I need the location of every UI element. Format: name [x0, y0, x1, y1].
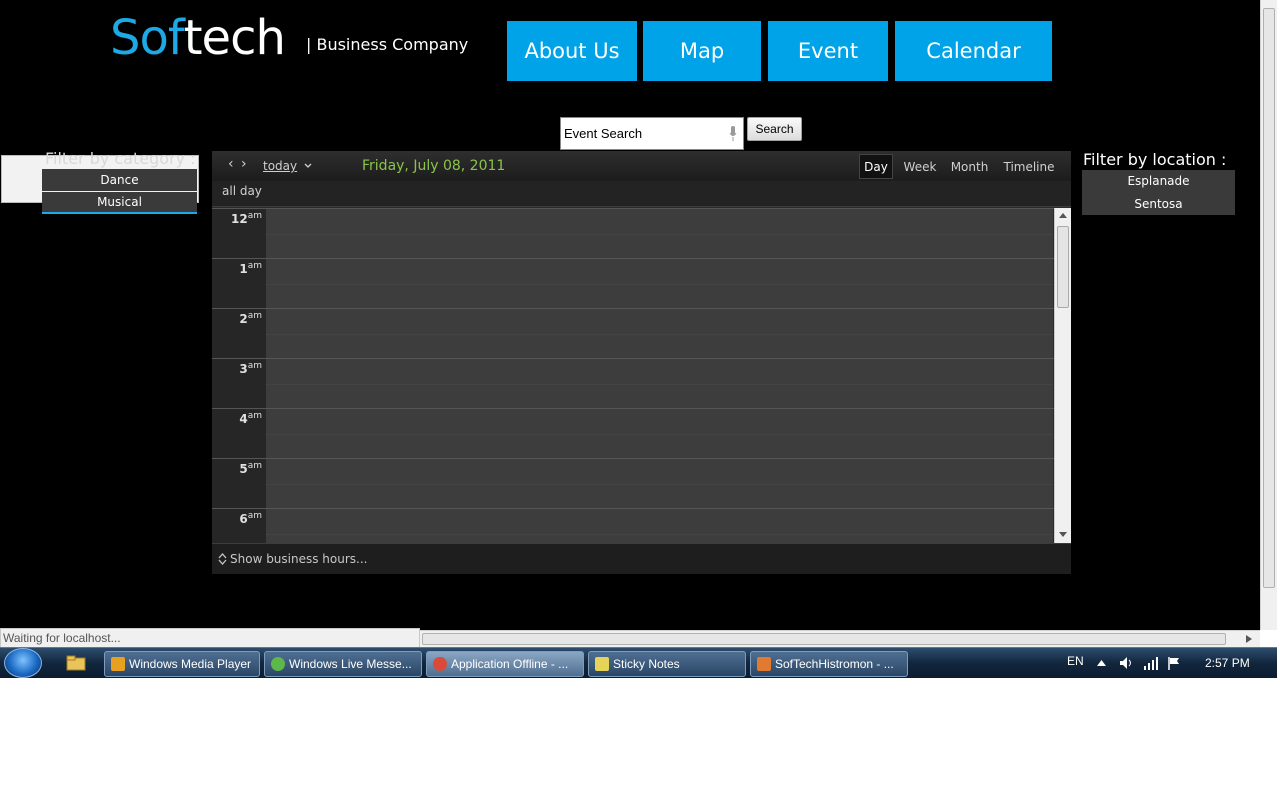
messenger-icon: [271, 657, 285, 671]
taskbar-item-label: Sticky Notes: [613, 657, 680, 671]
web-page: Sof tech | Business Company About Us Map…: [0, 0, 1260, 630]
expand-icon[interactable]: [218, 553, 227, 565]
logo-tagline: | Business Company: [306, 35, 469, 54]
taskbar-item-sticky-notes[interactable]: Sticky Notes: [588, 651, 746, 677]
all-day-row[interactable]: all day: [212, 181, 1071, 207]
logo-part-1: Sof: [110, 10, 185, 66]
nav-calendar[interactable]: Calendar: [895, 21, 1052, 81]
day-time-grid[interactable]: 12am 1am 2am 3am 4am 5am 6am: [212, 208, 1054, 543]
location-filter-label: Filter by location :: [1083, 150, 1227, 169]
hour-row: 4am: [212, 408, 1054, 458]
category-item-musical[interactable]: Musical: [42, 192, 197, 214]
view-month-button[interactable]: Month: [947, 154, 992, 179]
calendar-scrollbar[interactable]: [1054, 208, 1071, 543]
scroll-down-icon[interactable]: [1059, 532, 1067, 538]
taskbar-item-label: SofTechHistromon - ...: [775, 657, 894, 671]
search-input[interactable]: [564, 126, 724, 141]
today-link[interactable]: today: [263, 159, 297, 173]
page-horizontal-scrollbar[interactable]: [420, 630, 1260, 647]
nav-map[interactable]: Map: [643, 21, 761, 81]
media-player-icon: [111, 657, 125, 671]
calendar-toolbar: ‹ › today Friday, July 08, 2011 Day Week…: [212, 151, 1071, 181]
view-timeline-button[interactable]: Timeline: [1002, 154, 1056, 179]
hour-label: 2am: [239, 311, 262, 326]
hour-row: 12am: [212, 208, 1054, 258]
view-week-button[interactable]: Week: [900, 154, 940, 179]
calendar-scrollbar-thumb[interactable]: [1057, 226, 1069, 308]
taskbar-item-softech[interactable]: SofTechHistromon - ...: [750, 651, 908, 677]
taskbar-item-browser[interactable]: Application Offline - ...: [426, 651, 584, 677]
taskbar-item-media-player[interactable]: Windows Media Player: [104, 651, 260, 677]
location-item-sentosa[interactable]: Sentosa: [1082, 193, 1235, 215]
current-date-title: Friday, July 08, 2011: [362, 158, 506, 174]
page-hscroll-thumb[interactable]: [422, 633, 1226, 645]
all-day-label: all day: [222, 184, 262, 198]
hour-row: 2am: [212, 308, 1054, 358]
calendar-footer: Show business hours...: [212, 543, 1071, 574]
scroll-right-icon[interactable]: [1246, 635, 1252, 643]
start-button[interactable]: [4, 648, 42, 678]
page-vertical-scrollbar[interactable]: [1260, 0, 1277, 630]
taskbar-item-messenger[interactable]: Windows Live Messe...: [264, 651, 422, 677]
search-field: [560, 117, 744, 150]
taskbar-item-label: Windows Media Player: [129, 657, 252, 671]
hour-row: 5am: [212, 458, 1054, 508]
sticky-notes-icon: [595, 657, 609, 671]
hour-label: 12am: [231, 211, 262, 226]
hour-row: 6am: [212, 508, 1054, 543]
volume-icon[interactable]: [1119, 656, 1135, 670]
action-center-flag-icon[interactable]: [1167, 656, 1181, 670]
taskbar-item-label: Application Offline - ...: [451, 657, 569, 671]
next-arrow-icon[interactable]: ›: [241, 156, 247, 172]
chevron-down-icon[interactable]: [304, 163, 312, 169]
nav-about-us[interactable]: About Us: [507, 21, 637, 81]
chrome-icon: [433, 657, 447, 671]
hour-row: 3am: [212, 358, 1054, 408]
system-clock[interactable]: 2:57 PM: [1205, 656, 1250, 670]
hour-label: 3am: [239, 361, 262, 376]
location-item-esplanade[interactable]: Esplanade: [1082, 170, 1235, 192]
explorer-icon[interactable]: [66, 655, 86, 671]
category-item-dance[interactable]: Dance: [42, 169, 197, 191]
hour-label: 6am: [239, 511, 262, 526]
hour-row: 1am: [212, 258, 1054, 308]
taskbar-item-label: Windows Live Messe...: [289, 657, 412, 671]
hour-label: 5am: [239, 461, 262, 476]
hour-label: 4am: [239, 411, 262, 426]
calendar-widget: ‹ › today Friday, July 08, 2011 Day Week…: [212, 151, 1071, 574]
search-button[interactable]: Search: [747, 117, 802, 141]
windows-taskbar: Windows Media Player Windows Live Messe.…: [0, 647, 1277, 678]
visual-studio-icon: [757, 657, 771, 671]
logo-part-2: tech: [183, 10, 286, 66]
nav-event[interactable]: Event: [768, 21, 888, 81]
page-scrollbar-thumb[interactable]: [1263, 8, 1275, 588]
language-indicator[interactable]: EN: [1067, 654, 1084, 668]
show-business-hours-link[interactable]: Show business hours...: [230, 552, 368, 566]
view-day-button[interactable]: Day: [859, 154, 893, 179]
tray-expand-icon[interactable]: [1097, 659, 1106, 666]
network-icon[interactable]: [1143, 656, 1159, 670]
prev-arrow-icon[interactable]: ‹: [228, 156, 234, 172]
logo: Sof tech: [110, 10, 286, 66]
microphone-icon[interactable]: [729, 126, 737, 142]
scroll-up-icon[interactable]: [1059, 212, 1067, 218]
hour-label: 1am: [239, 261, 262, 276]
browser-status-bar: Waiting for localhost...: [0, 628, 420, 647]
category-filter-label: Filter by category :: [45, 149, 196, 168]
